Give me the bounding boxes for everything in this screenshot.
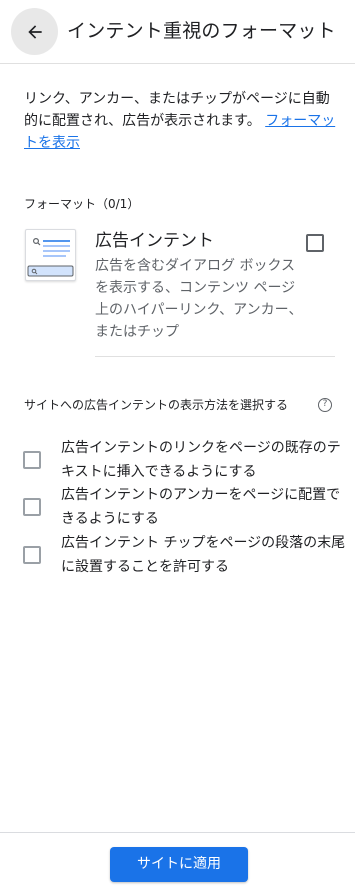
- format-checkbox-ad-intent[interactable]: [306, 234, 324, 252]
- ad-intent-preview-icon: [25, 229, 76, 281]
- option-checkbox-chip[interactable]: [23, 546, 41, 564]
- help-circle-icon[interactable]: ?: [318, 398, 332, 412]
- page-title: インテント重視のフォーマット: [67, 20, 336, 42]
- arrow-left-icon: [27, 24, 42, 39]
- option-label-link: 広告インテントのリンクをページの既存のテキストに挿入できるようにする: [61, 440, 341, 480]
- divider: [95, 356, 335, 357]
- format-title-ad-intent: 広告インテント: [95, 231, 214, 251]
- display-method-label: サイトへの広告インテントの表示方法を選択する: [24, 398, 289, 412]
- format-description-ad-intent: 広告を含むダイアログ ボックスを表示する、コンテンツ ページ上のハイパーリンク、…: [95, 258, 303, 340]
- description: リンク、アンカー、またはチップがページに自動的に配置され、広告が表示されます。 …: [24, 88, 336, 154]
- apply-to-site-button[interactable]: サイトに適用: [110, 847, 248, 882]
- formats-count-label: フォーマット（0/1）: [24, 197, 140, 211]
- option-checkbox-link[interactable]: [23, 451, 41, 469]
- option-label-chip: 広告インテント チップをページの段落の末尾に設置することを許可する: [61, 535, 346, 575]
- footer: サイトに適用: [0, 832, 355, 890]
- option-label-anchor: 広告インテントのアンカーをページに配置できるようにする: [61, 487, 341, 527]
- header: インテント重視のフォーマット: [0, 0, 355, 64]
- option-checkbox-anchor[interactable]: [23, 498, 41, 516]
- back-button[interactable]: [11, 8, 58, 55]
